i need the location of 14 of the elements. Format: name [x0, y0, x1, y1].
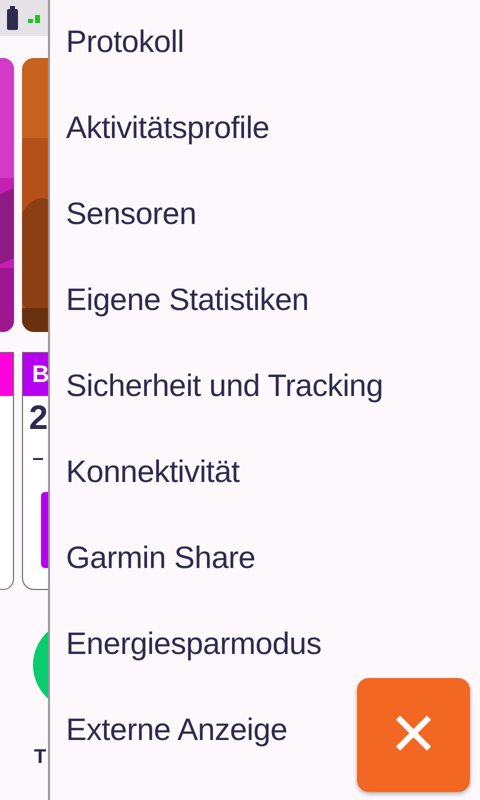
card-value: 2	[29, 400, 48, 436]
menu-item[interactable]: Externe Anzeige	[66, 706, 288, 754]
menu-item[interactable]: Energiesparmodus	[66, 620, 322, 668]
menu-item[interactable]: Protokoll	[66, 18, 184, 66]
card-title: B	[23, 353, 48, 396]
button-label: T	[34, 746, 46, 769]
menu-item[interactable]: Konnektivität	[66, 448, 240, 496]
menu-item[interactable]: Sicherheit und Tracking	[66, 362, 384, 410]
menu-item[interactable]: Garmin Share	[66, 534, 256, 582]
menu-item[interactable]: Sensoren	[66, 190, 196, 238]
battery-icon	[7, 6, 18, 30]
signal-icon	[28, 13, 42, 23]
menu-item[interactable]: Aktivitätsprofile	[66, 104, 270, 152]
menu-item[interactable]: Eigene Statistiken	[66, 276, 309, 324]
